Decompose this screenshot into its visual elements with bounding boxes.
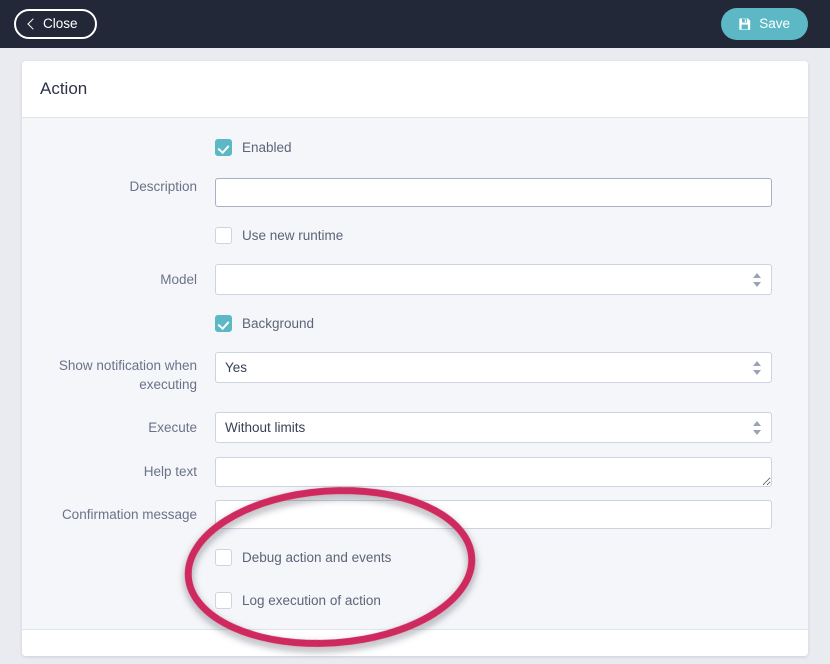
execute-label: Execute (22, 412, 215, 443)
background-label[interactable]: Background (242, 316, 314, 331)
floppy-disk-save-icon (739, 18, 751, 30)
form-row-debug-action: Debug action and events (22, 545, 808, 569)
action-form: Enabled Description Use new runtime Mode… (22, 118, 808, 629)
form-row-execute: Execute (22, 412, 808, 443)
execute-select[interactable] (215, 412, 772, 443)
enabled-checkbox[interactable] (215, 139, 232, 156)
form-row-show-notification: Show notification when executing (22, 352, 808, 394)
description-input[interactable] (215, 178, 772, 207)
model-label: Model (22, 264, 215, 295)
form-row-description: Description (22, 178, 808, 207)
card-header: Action (22, 61, 808, 118)
close-button-label: Close (43, 17, 78, 31)
confirmation-message-label: Confirmation message (22, 500, 215, 529)
use-new-runtime-checkbox[interactable] (215, 227, 232, 244)
model-select[interactable] (215, 264, 772, 295)
form-row-help-text: Help text (22, 457, 808, 487)
save-button-label: Save (759, 17, 790, 31)
enabled-label[interactable]: Enabled (242, 140, 292, 155)
close-button[interactable]: Close (14, 9, 97, 39)
form-row-model: Model (22, 264, 808, 295)
form-row-use-new-runtime: Use new runtime (22, 223, 808, 247)
form-row-background: Background (22, 311, 808, 335)
page-title: Action (40, 79, 87, 99)
help-text-textarea[interactable] (215, 457, 772, 487)
background-checkbox[interactable] (215, 315, 232, 332)
card-footer (22, 629, 808, 656)
description-label: Description (22, 178, 215, 196)
show-notification-select[interactable] (215, 352, 772, 383)
action-card: Action Enabled Description Use new runti… (22, 61, 808, 656)
chevron-left-icon (27, 18, 38, 29)
debug-action-checkbox[interactable] (215, 549, 232, 566)
form-row-log-execution: Log execution of action (22, 588, 808, 612)
debug-action-label[interactable]: Debug action and events (242, 550, 391, 565)
top-toolbar: Close Save (0, 0, 830, 48)
confirmation-message-input[interactable] (215, 500, 772, 529)
form-row-confirmation-message: Confirmation message (22, 500, 808, 529)
form-row-enabled: Enabled (22, 135, 808, 159)
help-text-label: Help text (22, 457, 215, 487)
save-button[interactable]: Save (721, 8, 808, 40)
log-execution-label[interactable]: Log execution of action (242, 593, 381, 608)
log-execution-checkbox[interactable] (215, 592, 232, 609)
show-notification-label: Show notification when executing (22, 352, 215, 394)
use-new-runtime-label[interactable]: Use new runtime (242, 228, 343, 243)
